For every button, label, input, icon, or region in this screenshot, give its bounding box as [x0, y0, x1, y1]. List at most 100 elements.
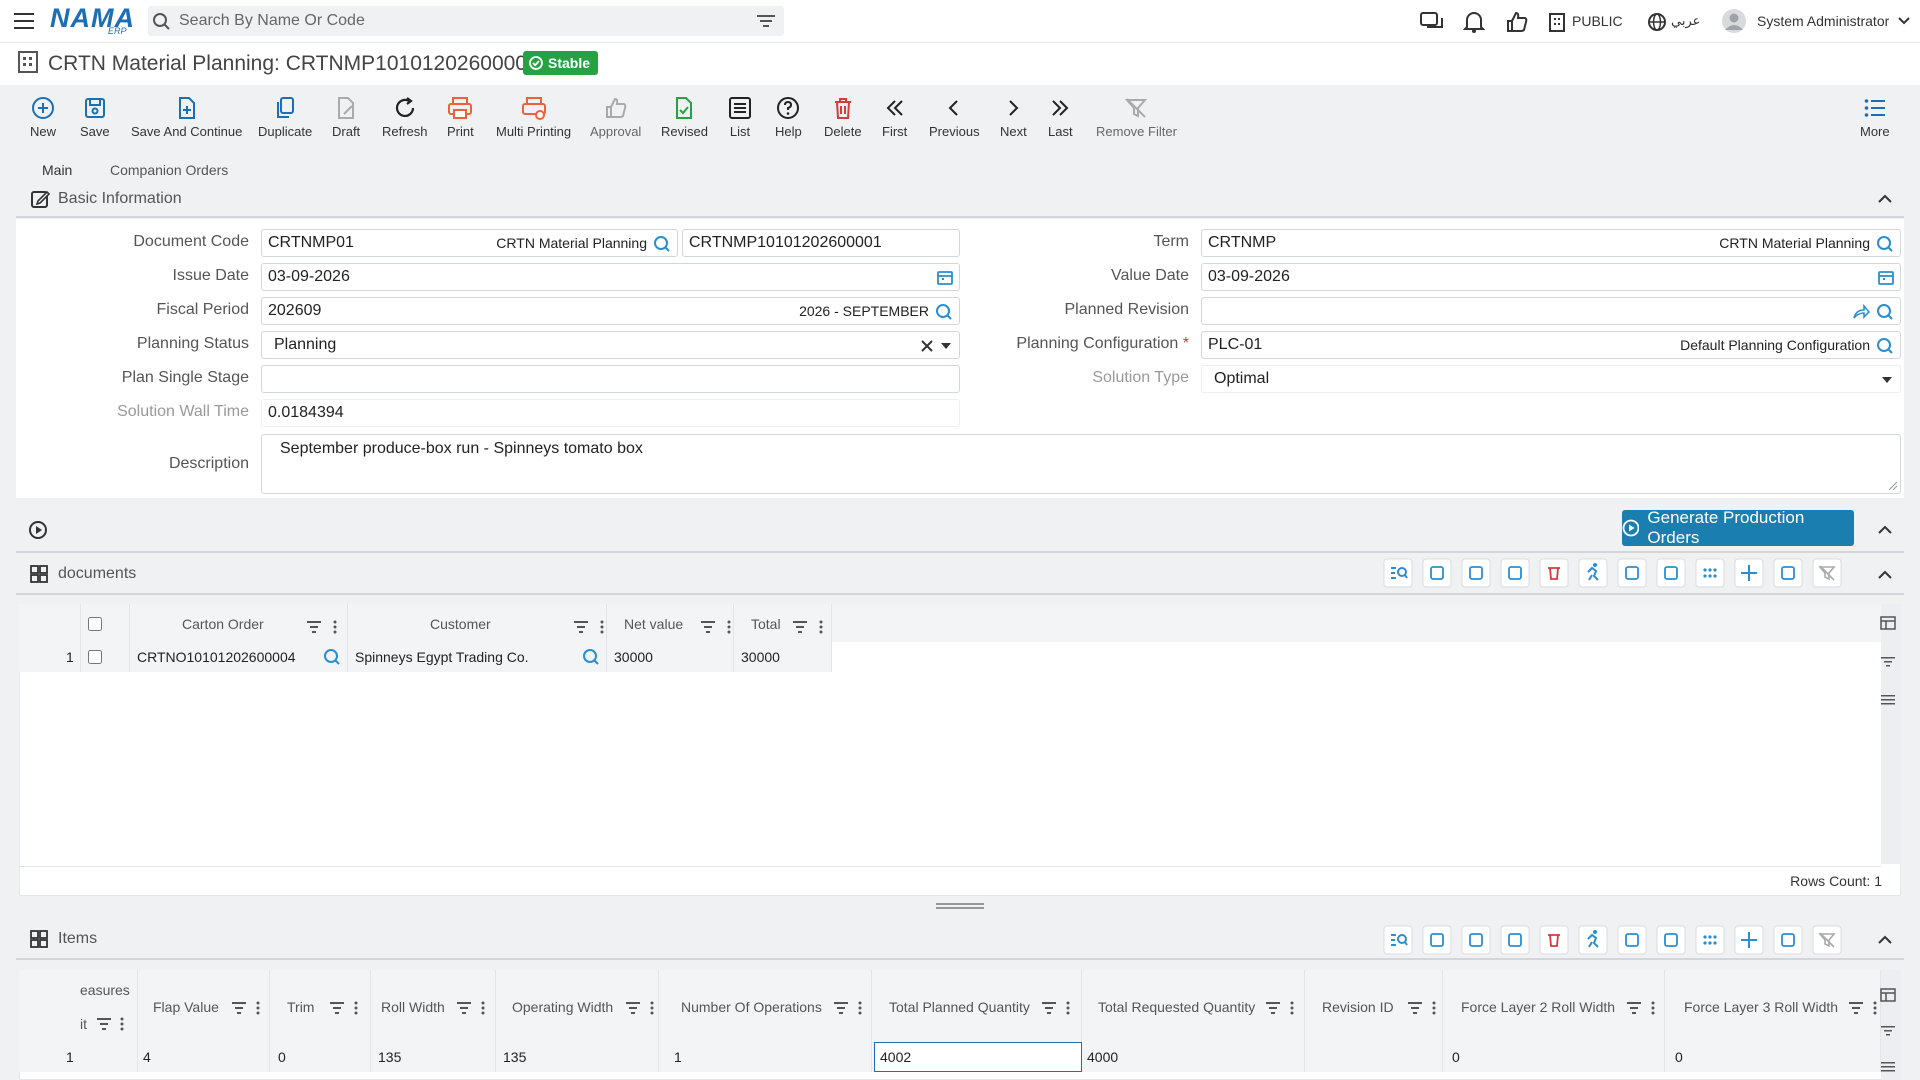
share-icon[interactable] — [1852, 304, 1870, 320]
column-header-measures-unit[interactable]: it — [80, 1016, 87, 1032]
dots-grid-icon[interactable] — [1695, 925, 1725, 955]
column-menu-icon[interactable] — [1651, 1001, 1655, 1015]
move-icon[interactable] — [1734, 558, 1764, 588]
column-menu-icon[interactable] — [1066, 1001, 1070, 1015]
column-menu-icon[interactable] — [650, 1001, 654, 1015]
table-settings-icon[interactable] — [1880, 616, 1896, 630]
filter-list-icon[interactable] — [757, 14, 775, 28]
select-all-checkbox[interactable] — [88, 617, 102, 631]
global-search-input[interactable]: Search By Name Or Code — [148, 6, 784, 36]
cell-total-planned-quantity[interactable]: 4002 — [874, 1042, 1082, 1072]
delete-row-icon[interactable] — [1539, 925, 1569, 955]
generate-production-orders-button[interactable]: Generate Production Orders — [1622, 508, 1854, 547]
notification-bell-icon[interactable] — [1463, 11, 1485, 33]
column-header-measures[interactable]: easures — [80, 982, 130, 998]
public-label[interactable]: PUBLIC — [1572, 13, 1623, 29]
cell-customer[interactable]: Spinneys Egypt Trading Co. — [355, 642, 529, 672]
column-header-operating-width[interactable]: Operating Width — [512, 991, 613, 1023]
multi-printing-button[interactable]: Multi Printing — [496, 96, 571, 139]
issue-date-field[interactable]: 03-09-2026 — [261, 263, 960, 291]
clear-icon[interactable] — [921, 340, 933, 352]
column-header-revision-id[interactable]: Revision ID — [1322, 991, 1394, 1023]
column-header-roll-width[interactable]: Roll Width — [381, 991, 445, 1023]
draft-button[interactable]: Draft — [332, 96, 360, 139]
cell-trim[interactable]: 0 — [278, 1042, 286, 1072]
move-icon[interactable] — [1734, 925, 1764, 955]
table-settings-icon[interactable] — [1880, 988, 1896, 1002]
resize-splitter[interactable] — [936, 903, 984, 909]
fit-icon[interactable] — [1656, 558, 1686, 588]
remove-filter-button[interactable]: Remove Filter — [1096, 96, 1177, 139]
column-header-total[interactable]: Total — [751, 608, 781, 640]
column-menu-icon[interactable] — [1873, 1001, 1877, 1015]
new-button[interactable]: New — [30, 96, 56, 139]
tab-companion-orders[interactable]: Companion Orders — [110, 162, 228, 178]
column-menu-icon[interactable] — [600, 620, 604, 634]
filter-icon[interactable] — [457, 1002, 471, 1014]
filter-icon[interactable] — [97, 1018, 111, 1030]
menu-lines-icon[interactable] — [1880, 1060, 1896, 1074]
globe-icon[interactable] — [1647, 12, 1667, 32]
description-textarea[interactable]: September produce-box run - Spinneys tom… — [261, 434, 1901, 494]
filter-icon[interactable] — [793, 621, 807, 633]
filter-icon[interactable] — [574, 621, 588, 633]
tab-main[interactable]: Main — [42, 162, 72, 178]
value-date-field[interactable]: 03-09-2026 — [1201, 263, 1901, 291]
lookup-search-icon[interactable] — [323, 648, 341, 666]
user-name[interactable]: System Administrator — [1757, 13, 1889, 29]
column-menu-icon[interactable] — [727, 620, 731, 634]
approval-button[interactable]: Approval — [590, 96, 641, 139]
print-button[interactable]: Print — [447, 96, 474, 139]
fiscal-period-field[interactable]: 202609 2026 - SEPTEMBER — [261, 297, 960, 325]
filter-icon[interactable] — [1408, 1002, 1422, 1014]
filter-icon[interactable] — [1627, 1002, 1641, 1014]
filter-icon[interactable] — [307, 621, 321, 633]
layers-icon[interactable] — [1500, 925, 1530, 955]
last-button[interactable]: Last — [1048, 96, 1073, 139]
cell-total-requested-quantity[interactable]: 4000 — [1087, 1042, 1118, 1072]
column-header-force-layer-2-roll-width[interactable]: Force Layer 2 Roll Width — [1461, 991, 1615, 1023]
cell-carton-order[interactable]: CRTNO10101202600004 — [137, 642, 296, 672]
column-header-customer[interactable]: Customer — [430, 608, 491, 640]
term-field[interactable]: CRTNMP CRTN Material Planning — [1201, 229, 1901, 257]
clear-filter-icon[interactable] — [1812, 925, 1842, 955]
cell-flap-value[interactable]: 4 — [143, 1042, 151, 1072]
cell-operating-width[interactable]: 135 — [503, 1042, 526, 1072]
document-code-field[interactable]: CRTNMP01 CRTN Material Planning — [261, 229, 678, 257]
plan-single-stage-field[interactable] — [261, 365, 960, 393]
lookup-search-icon[interactable] — [582, 648, 600, 666]
filter-icon[interactable] — [330, 1002, 344, 1014]
column-header-total-planned-quantity[interactable]: Total Planned Quantity — [889, 991, 1030, 1023]
column-header-net-value[interactable]: Net value — [624, 608, 683, 640]
filter-icon[interactable] — [1042, 1002, 1056, 1014]
cell-net-value[interactable]: 30000 — [614, 642, 653, 672]
more-button[interactable]: More — [1860, 96, 1890, 139]
list-button[interactable]: List — [728, 96, 752, 139]
filter-icon[interactable] — [701, 621, 715, 633]
hamburger-menu-icon[interactable] — [14, 12, 34, 30]
duplicate-button[interactable]: Duplicate — [258, 96, 312, 139]
column-menu-icon[interactable] — [481, 1001, 485, 1015]
planned-revision-field[interactable] — [1201, 297, 1901, 325]
planning-status-select[interactable]: Planning — [261, 331, 960, 359]
refresh-button[interactable]: Refresh — [382, 96, 428, 139]
planning-configuration-field[interactable]: PLC-01 Default Planning Configuration — [1201, 331, 1901, 359]
column-menu-icon[interactable] — [333, 620, 337, 634]
delete-button[interactable]: Delete — [824, 96, 862, 139]
run-icon[interactable] — [1578, 925, 1608, 955]
grid-search-icon[interactable] — [1383, 925, 1413, 955]
cell-number-of-operations[interactable]: 1 — [674, 1042, 682, 1072]
filter-icon[interactable] — [1880, 1024, 1896, 1038]
filter-lines-icon[interactable] — [1773, 925, 1803, 955]
column-menu-icon[interactable] — [1432, 1001, 1436, 1015]
columns-icon[interactable] — [1422, 925, 1452, 955]
save-and-continue-button[interactable]: Save And Continue — [131, 96, 242, 139]
column-header-number-of-operations[interactable]: Number Of Operations — [681, 991, 822, 1023]
column-menu-icon[interactable] — [256, 1001, 260, 1015]
previous-button[interactable]: Previous — [929, 96, 980, 139]
filter-icon[interactable] — [626, 1002, 640, 1014]
play-circle-icon[interactable] — [28, 520, 48, 540]
chat-icon[interactable] — [1420, 12, 1444, 32]
fit-icon[interactable] — [1656, 925, 1686, 955]
dots-grid-icon[interactable] — [1695, 558, 1725, 588]
